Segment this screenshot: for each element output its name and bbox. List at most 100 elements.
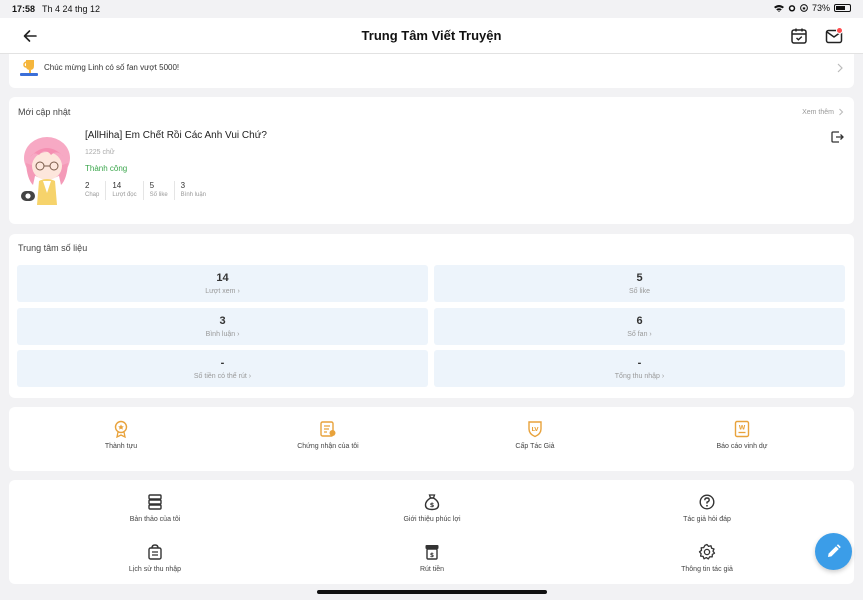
certificate-icon	[320, 421, 336, 437]
tile-value: 5	[636, 272, 643, 284]
status-bar: 17:58 Th 4 24 thg 12 73%	[0, 0, 863, 18]
medal-icon	[114, 420, 128, 438]
svg-text:W: W	[739, 425, 746, 432]
money-bag-icon: $	[424, 494, 440, 511]
honor-report-icon: W	[734, 420, 750, 438]
stat-value: 2	[85, 181, 90, 190]
achievement-label: Báo cáo vinh dự	[716, 443, 768, 450]
tools-card: Bản thảo của tôi $ Giới thiệu phúc lợi T…	[9, 480, 854, 584]
achievement-item[interactable]: Thành tựu	[11, 420, 231, 450]
battery-percent: 73%	[811, 3, 830, 13]
view-more-link[interactable]: Xem thêm	[802, 108, 844, 116]
tile-label: Số like	[628, 288, 650, 295]
tool-label: Rút tiền	[419, 566, 445, 573]
tool-item[interactable]: Bản thảo của tôi	[45, 493, 265, 523]
chevron-right-icon	[839, 108, 844, 116]
tile-label: Bình luận ›	[205, 331, 240, 338]
tile-views[interactable]: 14 Lượt xem ›	[17, 265, 428, 302]
tool-item[interactable]: $ Giới thiệu phúc lợi	[322, 493, 542, 523]
tool-label: Giới thiệu phúc lợi	[403, 516, 461, 523]
status-time: 17:58	[12, 4, 36, 14]
publish-status: Thành công	[85, 164, 128, 173]
screen-lock-icon	[800, 4, 808, 12]
alarm-icon	[788, 5, 796, 12]
tool-item[interactable]: Thông tin tác giả	[597, 543, 817, 573]
stat-comments: 3 Bình luận	[181, 181, 212, 200]
achievement-label: Thành tựu	[104, 443, 138, 450]
svg-text:$: $	[430, 552, 434, 559]
tool-item[interactable]: Lịch sử thu nhập	[45, 543, 265, 573]
tile-likes[interactable]: 5 Số like	[434, 265, 845, 302]
tile-label: Số tiền có thể rút ›	[193, 373, 252, 380]
status-indicators: 73%	[773, 3, 851, 13]
level-badge-icon: LV	[528, 421, 542, 438]
recent-update-card: Mới cập nhật Xem thêm [AllHiha] Em Chết …	[9, 97, 854, 224]
tile-value: 3	[219, 315, 226, 327]
tool-label: Bản thảo của tôi	[129, 516, 181, 523]
question-icon	[699, 494, 715, 510]
settings-gear-icon	[698, 543, 716, 560]
battery-icon	[834, 4, 851, 12]
wifi-icon	[773, 5, 784, 12]
page-title: Trung Tâm Viết Truyện	[361, 28, 502, 43]
pencil-icon	[828, 544, 841, 557]
calendar-icon[interactable]	[789, 26, 809, 46]
cover-image[interactable]	[21, 133, 73, 205]
tool-item[interactable]: $ Rút tiền	[322, 543, 542, 573]
tile-withdrawable[interactable]: - Số tiền có thể rút ›	[17, 350, 428, 387]
home-indicator[interactable]	[317, 590, 547, 594]
tool-item[interactable]: Tác giả hỏi đáp	[597, 493, 817, 523]
tool-label: Lịch sử thu nhập	[128, 566, 182, 573]
tool-label: Thông tin tác giả	[681, 566, 733, 573]
tool-label: Tác giả hỏi đáp	[683, 516, 731, 523]
write-fab-button[interactable]	[815, 533, 852, 570]
tile-value: -	[220, 357, 225, 369]
tile-comments[interactable]: 3 Bình luận ›	[17, 308, 428, 345]
tile-value: 6	[636, 315, 643, 327]
achievement-label: Cấp Tác Giả	[515, 443, 555, 450]
achievements-card: Thành tựu Chứng nhận của tôi LV Cấp Tác …	[9, 407, 854, 471]
section-title: Mới cập nhật	[18, 107, 71, 117]
section-title: Trung tâm số liệu	[18, 243, 88, 253]
achievement-label: Chứng nhận của tôi	[297, 443, 359, 450]
work-title[interactable]: [AllHiha] Em Chết Rồi Các Anh Vui Chứ?	[85, 130, 267, 141]
header: Trung Tâm Viết Truyện	[0, 18, 863, 54]
stat-value: 5	[149, 181, 155, 190]
tile-total-income[interactable]: - Tổng thu nhập ›	[434, 350, 845, 387]
stat-label: Số like	[149, 192, 168, 198]
trophy-icon	[20, 60, 38, 76]
stat-reads: 14 Lượt đọc	[112, 181, 144, 200]
stat-label: Bình luận	[180, 192, 207, 198]
achievement-item[interactable]: Chứng nhận của tôi	[218, 420, 438, 450]
notice-text: Chúc mừng Linh có số fan vượt 5000!	[44, 63, 180, 72]
stat-label: Lượt đọc	[112, 192, 137, 198]
tile-label: Lượt xem ›	[205, 288, 240, 295]
view-more-label: Xem thêm	[802, 108, 834, 116]
achievement-item[interactable]: W Báo cáo vinh dự	[632, 420, 852, 450]
data-center-card: Trung tâm số liệu 14 Lượt xem › 5 Số lik…	[9, 234, 854, 398]
notification-dot	[836, 27, 843, 34]
achievement-item[interactable]: LV Cấp Tác Giả	[425, 420, 645, 450]
svg-text:$: $	[430, 501, 435, 509]
svg-text:LV: LV	[531, 427, 539, 433]
status-date: Th 4 24 thg 12	[42, 4, 101, 14]
stat-chapters: 2 Chap	[85, 181, 107, 200]
tile-value: 14	[216, 272, 229, 284]
tile-value: -	[637, 357, 642, 369]
stat-likes: 5 Số like	[150, 181, 175, 200]
stat-label: Chap	[85, 192, 100, 198]
tile-fans[interactable]: 6 Số fan ›	[434, 308, 845, 345]
word-count: 1225 chữ	[85, 149, 115, 156]
stat-value: 3	[180, 181, 186, 190]
income-history-icon	[148, 544, 162, 560]
withdraw-icon: $	[425, 545, 439, 560]
export-icon[interactable]	[830, 130, 844, 144]
chevron-right-icon	[837, 63, 843, 73]
battery-level	[836, 6, 845, 10]
tile-label: Số fan ›	[627, 331, 652, 338]
drafts-icon	[148, 494, 162, 510]
tile-label: Tổng thu nhập ›	[614, 373, 665, 380]
stat-value: 14	[112, 181, 122, 190]
fan-milestone-banner[interactable]: Chúc mừng Linh có số fan vượt 5000!	[9, 54, 854, 88]
work-stats: 2 Chap 14 Lượt đọc 5 Số like 3 Bình luận	[85, 181, 218, 200]
